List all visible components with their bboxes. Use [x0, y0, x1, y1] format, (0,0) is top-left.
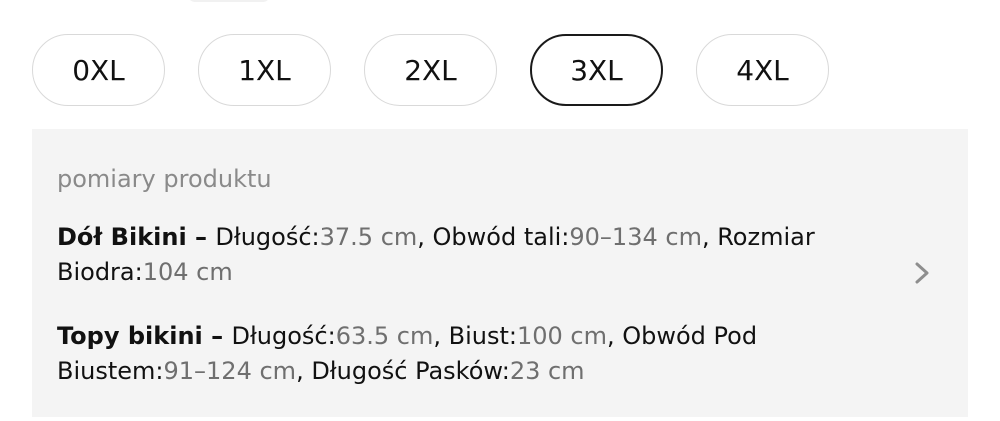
bikini-bottom-separator: –: [186, 223, 216, 251]
top-bust-label: , Biust:: [433, 322, 517, 350]
top-length-label: Długość:: [231, 322, 336, 350]
size-selector: 0XL 1XL 2XL 3XL 4XL: [32, 34, 829, 106]
bikini-bottom-name: Dół Bikini: [57, 223, 187, 251]
bikini-top-name: Topy bikini: [57, 322, 203, 350]
size-option-1xl[interactable]: 1XL: [198, 34, 331, 106]
top-length-value: 63.5 cm: [335, 322, 434, 350]
measurements-heading: pomiary produktu: [57, 165, 272, 193]
bottom-length-value: 37.5 cm: [319, 223, 418, 251]
size-option-3xl[interactable]: 3XL: [530, 34, 663, 106]
top-strap-value: 23 cm: [509, 357, 585, 385]
chevron-right-icon[interactable]: [912, 261, 932, 285]
measurements-panel[interactable]: pomiary produktu Dół Bikini – Długość:37…: [32, 129, 968, 417]
size-option-4xl[interactable]: 4XL: [696, 34, 829, 106]
bottom-waist-label: , Obwód tali:: [417, 223, 570, 251]
bikini-bottom-spec: Dół Bikini – Długość:37.5 cm, Obwód tali…: [57, 220, 857, 290]
bikini-top-separator: –: [202, 322, 232, 350]
bikini-top-spec: Topy bikini – Długość:63.5 cm, Biust:100…: [57, 319, 857, 389]
top-tab-edge: [188, 0, 270, 2]
bottom-waist-value: 90–134 cm: [569, 223, 702, 251]
top-bust-value: 100 cm: [516, 322, 607, 350]
top-underbust-value: 91–124 cm: [163, 357, 297, 385]
size-option-0xl[interactable]: 0XL: [32, 34, 165, 106]
top-strap-label: , Długość Pasków:: [296, 357, 510, 385]
size-option-2xl[interactable]: 2XL: [364, 34, 497, 106]
bottom-hip-value: 104 cm: [142, 258, 233, 286]
bottom-length-label: Długość:: [215, 223, 320, 251]
